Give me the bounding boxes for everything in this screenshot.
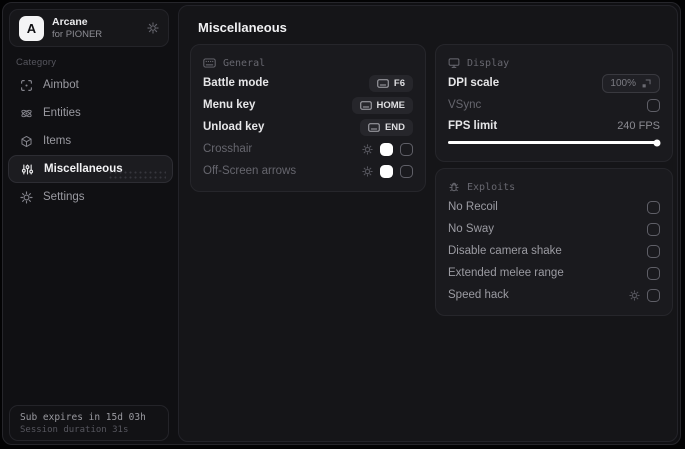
- fps-limit-value: 240 FPS: [617, 120, 660, 132]
- bug-icon: [448, 181, 460, 193]
- sub-expires-text: Sub expires in 15d 03h: [20, 412, 146, 423]
- speed-hack-label: Speed hack: [448, 289, 509, 301]
- menu-key-row: Menu key HOME: [203, 94, 413, 116]
- atom-icon: [19, 107, 33, 120]
- keyboard-icon: [368, 122, 380, 132]
- fps-slider-fill: [448, 141, 657, 144]
- keyboard-icon: [203, 58, 216, 68]
- no-sway-row: No Sway: [448, 218, 660, 240]
- gear-icon[interactable]: [362, 165, 373, 177]
- dpi-scale-button[interactable]: 100%: [602, 73, 660, 93]
- app-title-block: Arcane for PIONER: [52, 16, 139, 41]
- extended-melee-range-checkbox[interactable]: [647, 266, 660, 280]
- no-recoil-label: No Recoil: [448, 201, 498, 213]
- speed-hack-checkbox[interactable]: [647, 288, 660, 302]
- color-swatch[interactable]: [380, 164, 393, 178]
- speed-hack-row: Speed hack: [448, 284, 660, 306]
- keybind-value: F6: [393, 77, 405, 89]
- main-panel: Miscellaneous General Battle mode F6 Men…: [178, 5, 678, 442]
- category-label: Category: [16, 57, 57, 68]
- app-subtitle: for PIONER: [52, 28, 103, 40]
- menu-key-label: Menu key: [203, 99, 256, 111]
- general-card-title: General: [223, 57, 266, 69]
- dpi-scale-row: DPI scale 100%: [448, 72, 660, 94]
- vsync-label: VSync: [448, 99, 482, 111]
- exploits-card-header: Exploits: [448, 178, 660, 196]
- fps-limit-label: FPS limit: [448, 120, 498, 132]
- keyboard-icon: [359, 100, 372, 110]
- battle-mode-row: Battle mode F6: [203, 72, 413, 94]
- gear-icon[interactable]: [147, 22, 159, 34]
- unload-key-label: Unload key: [203, 121, 265, 133]
- color-swatch[interactable]: [380, 142, 393, 156]
- disable-camera-shake-label: Disable camera shake: [448, 245, 562, 257]
- sidebar-item-items[interactable]: Items: [3, 127, 178, 155]
- fps-slider-thumb[interactable]: [653, 139, 661, 146]
- package-icon: [19, 135, 33, 148]
- gear-icon[interactable]: [629, 289, 640, 301]
- monitor-icon: [448, 57, 460, 69]
- app-name: Arcane: [52, 15, 88, 28]
- page-title: Miscellaneous: [198, 20, 287, 35]
- exploits-card-title: Exploits: [467, 181, 516, 193]
- extended-melee-range-row: Extended melee range: [448, 262, 660, 284]
- crosshair-label: Crosshair: [203, 143, 253, 155]
- offscreen-arrows-row: Off-Screen arrows: [203, 160, 413, 182]
- sidebar-item-settings[interactable]: Settings: [3, 183, 178, 211]
- gear-icon: [19, 190, 33, 204]
- app-logo: A: [19, 15, 44, 41]
- vsync-checkbox[interactable]: [647, 98, 660, 112]
- crosshair-scan-icon: [19, 79, 33, 92]
- battle-mode-keybind[interactable]: F6: [368, 74, 413, 92]
- keybind-value: HOME: [376, 99, 406, 111]
- offscreen-arrows-checkbox[interactable]: [400, 164, 413, 178]
- no-recoil-row: No Recoil: [448, 196, 660, 218]
- keyboard-icon: [377, 78, 389, 88]
- battle-mode-label: Battle mode: [203, 77, 269, 89]
- crosshair-row: Crosshair: [203, 138, 413, 160]
- general-card-header: General: [203, 54, 413, 72]
- disable-camera-shake-row: Disable camera shake: [448, 240, 660, 262]
- dpi-scale-label: DPI scale: [448, 77, 500, 89]
- sidebar-item-label: Miscellaneous: [44, 163, 123, 175]
- no-recoil-checkbox[interactable]: [647, 200, 660, 214]
- subscription-info-card: Sub expires in 15d 03h Session duration …: [9, 405, 169, 441]
- sliders-icon: [20, 163, 34, 176]
- menu-key-keybind[interactable]: HOME: [351, 96, 413, 114]
- sidebar-item-miscellaneous[interactable]: Miscellaneous: [8, 155, 173, 183]
- offscreen-arrows-label: Off-Screen arrows: [203, 165, 297, 177]
- no-sway-checkbox[interactable]: [647, 222, 660, 236]
- crosshair-checkbox[interactable]: [400, 142, 413, 156]
- exploits-card: Exploits No Recoil No Sway Disable camer…: [435, 168, 673, 316]
- sidebar-item-entities[interactable]: Entities: [3, 99, 178, 127]
- unload-key-keybind[interactable]: END: [359, 118, 413, 136]
- display-card-title: Display: [467, 57, 510, 69]
- session-duration-text: Session duration 31s: [20, 425, 129, 435]
- gear-icon[interactable]: [362, 143, 373, 155]
- app-logo-card: A Arcane for PIONER: [9, 9, 169, 47]
- display-card: Display DPI scale 100% VSync FPS limit 2…: [435, 44, 673, 162]
- display-card-header: Display: [448, 54, 660, 72]
- scale-icon: [641, 78, 652, 89]
- sidebar-item-label: Entities: [43, 107, 81, 119]
- general-card: General Battle mode F6 Menu key HOME Unl…: [190, 44, 426, 192]
- extended-melee-range-label: Extended melee range: [448, 267, 564, 279]
- sidebar-item-aimbot[interactable]: Aimbot: [3, 71, 178, 99]
- sidebar-item-label: Items: [43, 135, 72, 147]
- unload-key-row: Unload key END: [203, 116, 413, 138]
- sidebar-item-label: Settings: [43, 191, 85, 203]
- no-sway-label: No Sway: [448, 223, 495, 235]
- fps-limit-slider[interactable]: [448, 139, 661, 146]
- keybind-value: END: [384, 121, 405, 133]
- disable-camera-shake-checkbox[interactable]: [647, 244, 660, 258]
- sidebar-item-label: Aimbot: [43, 79, 79, 91]
- dpi-scale-value: 100%: [610, 77, 636, 89]
- sidebar: A Arcane for PIONER Category Aimbot Enti…: [3, 3, 178, 444]
- fps-limit-row: FPS limit 240 FPS: [448, 116, 660, 136]
- app-window: A Arcane for PIONER Category Aimbot Enti…: [2, 2, 681, 445]
- vsync-row: VSync: [448, 94, 660, 116]
- sidebar-nav: Aimbot Entities Items Miscellaneous Sett…: [3, 71, 178, 211]
